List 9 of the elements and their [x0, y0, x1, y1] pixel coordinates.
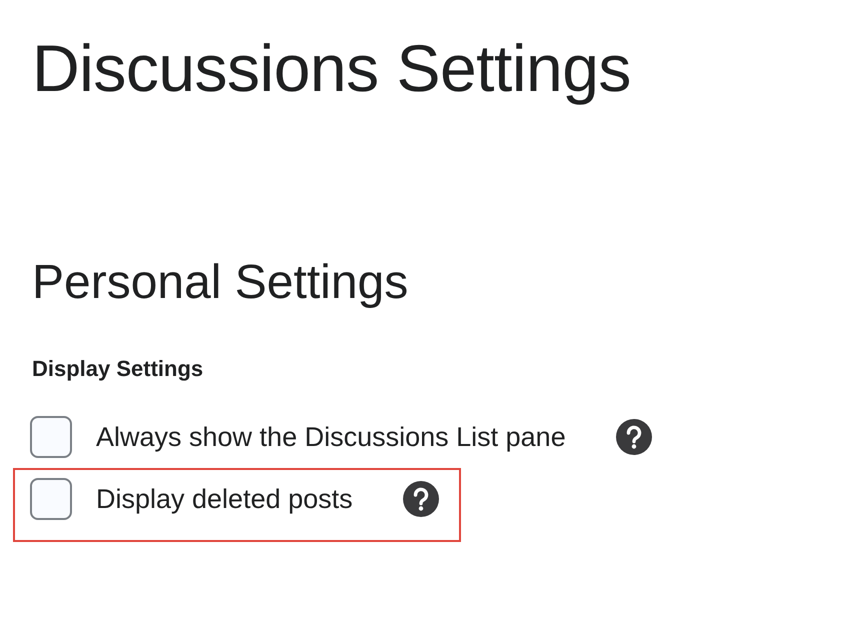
group-label: Display Settings: [32, 355, 204, 383]
help-icon[interactable]: [402, 481, 439, 517]
checkbox[interactable]: [30, 416, 72, 458]
option-label: Always show the Discussions List pane: [96, 422, 566, 452]
option-label: Display deleted posts: [96, 484, 353, 514]
checkbox[interactable]: [30, 478, 72, 520]
page-title: Discussions Settings: [32, 30, 632, 107]
section-title: Personal Settings: [32, 255, 410, 311]
help-icon[interactable]: [616, 419, 652, 455]
